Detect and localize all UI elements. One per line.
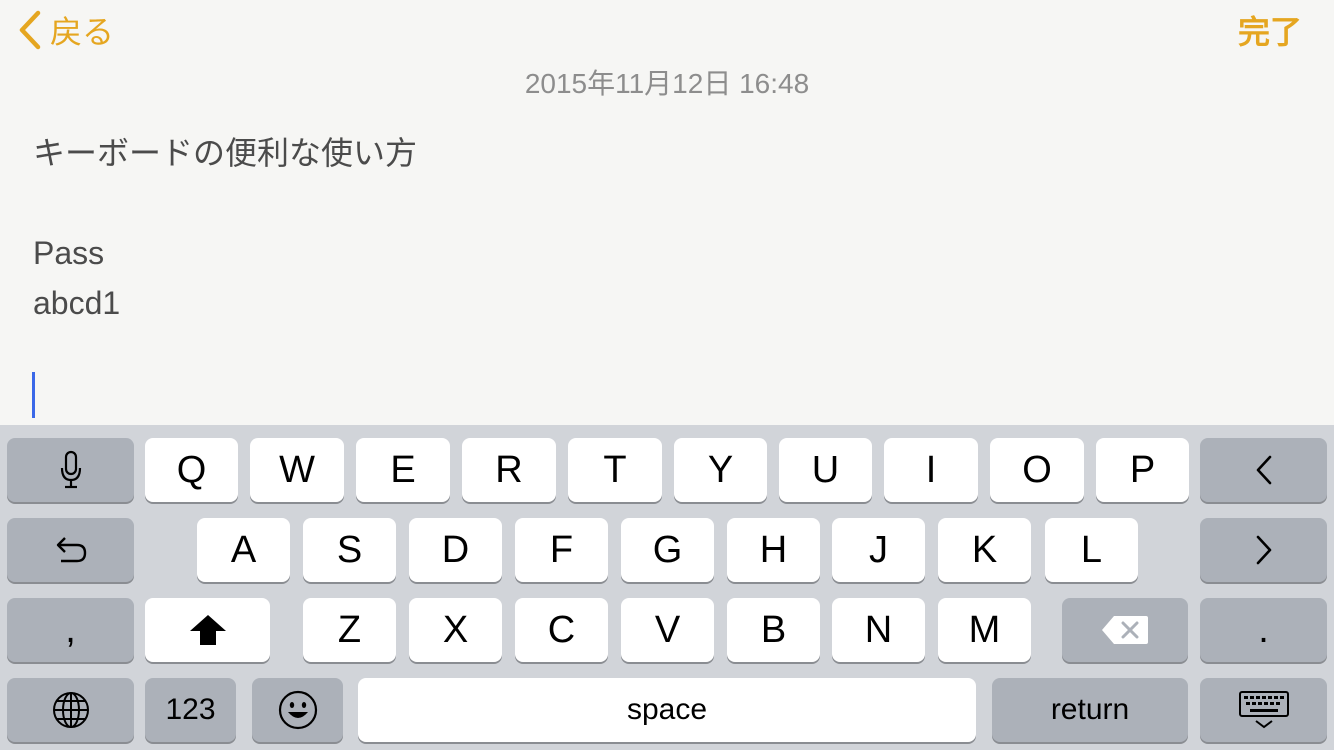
chevron-left-icon xyxy=(1256,455,1271,485)
key-u[interactable]: U xyxy=(779,438,872,502)
note-timestamp: 2015年11月12日 16:48 xyxy=(524,68,810,99)
keyboard-dismiss-icon xyxy=(1238,691,1289,729)
note-line: Pass xyxy=(33,235,105,271)
undo-key[interactable] xyxy=(7,518,134,582)
key-n[interactable]: N xyxy=(832,598,925,662)
cursor-left-key[interactable] xyxy=(1200,438,1327,502)
key-q[interactable]: Q xyxy=(145,438,238,502)
key-w[interactable]: W xyxy=(250,438,344,502)
key-j[interactable]: J xyxy=(832,518,925,582)
return-key[interactable]: return xyxy=(992,678,1188,742)
key-z[interactable]: Z xyxy=(303,598,396,662)
chevron-right-icon xyxy=(1256,535,1271,565)
emoji-smiley-icon xyxy=(278,690,317,730)
note-editor[interactable]: 戻る 完了 2015年11月12日 16:48 キーボードの便利な使い方 Pas… xyxy=(0,0,1334,425)
shift-key[interactable] xyxy=(145,598,270,662)
key-f[interactable]: F xyxy=(515,518,608,582)
back-button[interactable]: 戻る xyxy=(18,8,114,52)
note-line: キーボードの便利な使い方 xyxy=(33,135,418,171)
chevron-left-icon xyxy=(19,10,41,50)
emoji-key[interactable] xyxy=(252,678,343,742)
comma-key[interactable]: , xyxy=(7,598,134,662)
note-body[interactable]: キーボードの便利な使い方 Pass abcd1 xyxy=(33,128,417,328)
undo-arrow-icon xyxy=(56,537,86,563)
key-m[interactable]: M xyxy=(938,598,1031,662)
key-k[interactable]: K xyxy=(938,518,1031,582)
numbers-key[interactable]: 123 xyxy=(145,678,236,742)
space-key-label: space xyxy=(626,693,708,726)
return-key-label: return xyxy=(1050,693,1130,726)
key-i[interactable]: I xyxy=(884,438,978,502)
key-a[interactable]: A xyxy=(197,518,290,582)
note-line: abcd1 xyxy=(33,285,121,321)
keyboard: Q W E R T Y U I O P A S D F G H J K L , … xyxy=(0,425,1334,750)
key-s[interactable]: S xyxy=(303,518,396,582)
key-d[interactable]: D xyxy=(409,518,502,582)
period-key[interactable]: . xyxy=(1200,598,1327,662)
back-label: 戻る xyxy=(50,14,115,50)
key-y[interactable]: Y xyxy=(674,438,767,502)
key-l[interactable]: L xyxy=(1045,518,1138,582)
text-caret xyxy=(32,372,35,418)
backspace-icon xyxy=(1102,616,1148,644)
done-button[interactable]: 完了 xyxy=(1238,8,1302,52)
key-v[interactable]: V xyxy=(621,598,714,662)
key-p[interactable]: P xyxy=(1096,438,1189,502)
key-g[interactable]: G xyxy=(621,518,714,582)
key-b[interactable]: B xyxy=(727,598,820,662)
globe-icon xyxy=(52,692,89,728)
dismiss-keyboard-key[interactable] xyxy=(1200,678,1327,742)
key-e[interactable]: E xyxy=(356,438,450,502)
key-h[interactable]: H xyxy=(727,518,820,582)
microphone-icon xyxy=(60,450,81,489)
key-o[interactable]: O xyxy=(990,438,1084,502)
note-line xyxy=(33,178,417,228)
globe-key[interactable] xyxy=(7,678,134,742)
numbers-key-label: 123 xyxy=(165,693,216,726)
key-t[interactable]: T xyxy=(568,438,662,502)
cursor-right-key[interactable] xyxy=(1200,518,1327,582)
key-c[interactable]: C xyxy=(515,598,608,662)
dictation-key[interactable] xyxy=(7,438,134,502)
key-r[interactable]: R xyxy=(462,438,556,502)
shift-arrow-icon xyxy=(189,615,226,645)
key-x[interactable]: X xyxy=(409,598,502,662)
delete-key[interactable] xyxy=(1062,598,1188,662)
space-key[interactable]: space xyxy=(358,678,976,742)
